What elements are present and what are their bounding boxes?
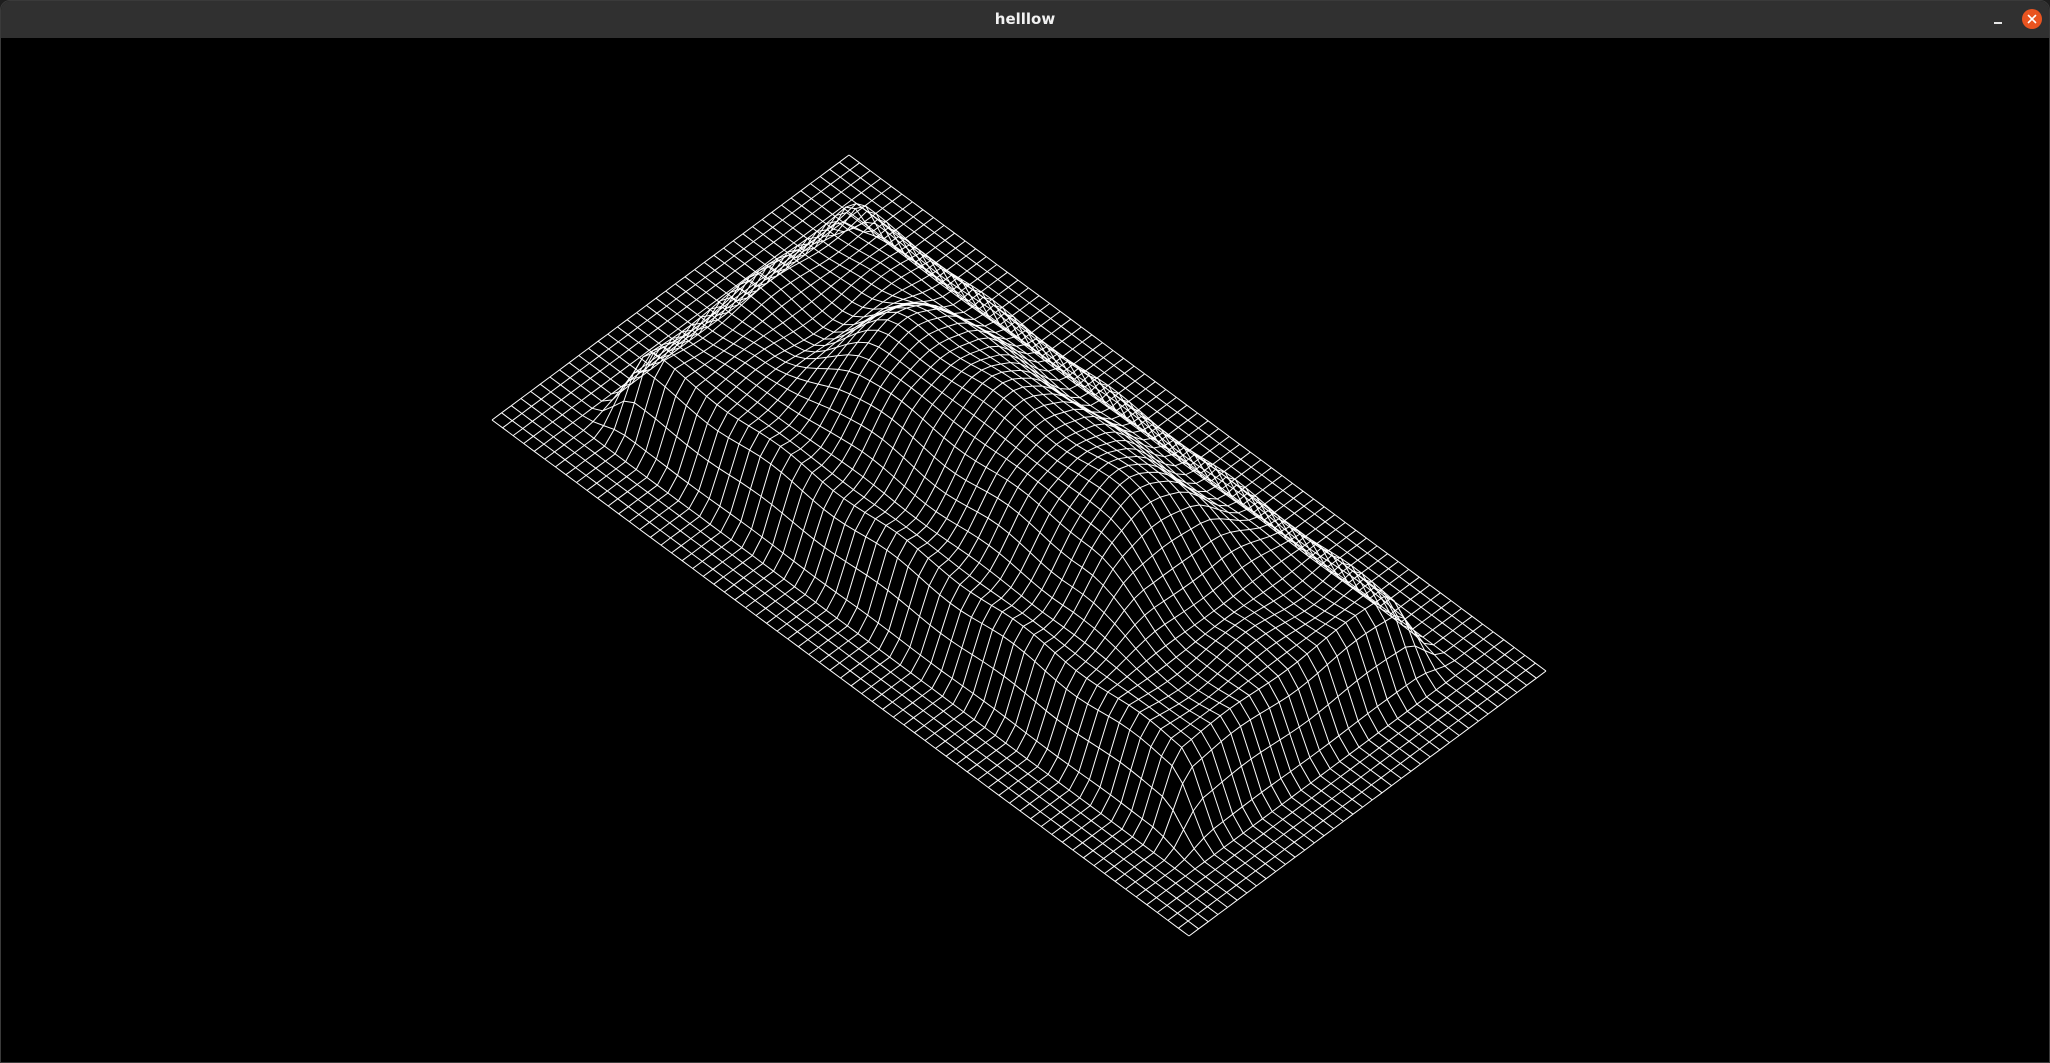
mesh-line-u [966,491,1325,773]
mesh-line-v [646,296,1344,822]
mesh-line-v [501,412,1199,930]
mesh-line-v [713,249,1412,772]
mesh-line-v [742,229,1441,751]
mesh-line-v [771,202,1470,729]
mesh-line-u [1146,639,1505,906]
mesh-line-u [502,162,860,429]
mesh-line-u [1030,540,1388,820]
mesh-line-u [1083,578,1441,859]
mesh-line-v [597,335,1296,858]
mesh-line-u [533,185,892,452]
mesh-line-u [1178,662,1536,929]
mesh-line-v [617,322,1315,844]
mesh-line-v [539,383,1238,901]
mesh-line-v [800,190,1499,708]
mesh-line-v [578,346,1277,872]
app-window: helllow [0,0,2050,1063]
close-button[interactable] [2022,9,2042,29]
mesh-line-u [1019,533,1378,812]
mesh-line-v [530,390,1228,908]
mesh-line-v [520,398,1219,915]
mesh-line-u [808,369,1167,655]
close-icon [2027,14,2037,24]
mesh-line-u [544,193,903,460]
render-viewport[interactable] [1,38,2049,1062]
mesh-line-u [1157,647,1515,913]
mesh-line-v [810,183,1508,701]
minimize-button[interactable] [1986,8,2010,32]
mesh-line-v [761,211,1460,736]
mesh-line-v [626,314,1325,837]
mesh-line-u [1188,670,1547,937]
window-title: helllow [994,10,1056,28]
mesh-line-u [1135,631,1494,898]
mesh-line-u [1040,547,1399,827]
mesh-line-v [819,176,1518,693]
mesh-lines [491,154,1547,937]
mesh-line-u [977,501,1336,781]
title-bar[interactable]: helllow [1,1,2049,39]
mesh-line-u [586,210,945,491]
mesh-line-v [848,154,1547,672]
mesh-line-v [655,287,1354,815]
wireframe-mesh [491,154,1547,937]
mesh-line-v [839,161,1537,679]
mesh-line-u [1167,654,1526,921]
mesh-line-v [607,329,1306,851]
